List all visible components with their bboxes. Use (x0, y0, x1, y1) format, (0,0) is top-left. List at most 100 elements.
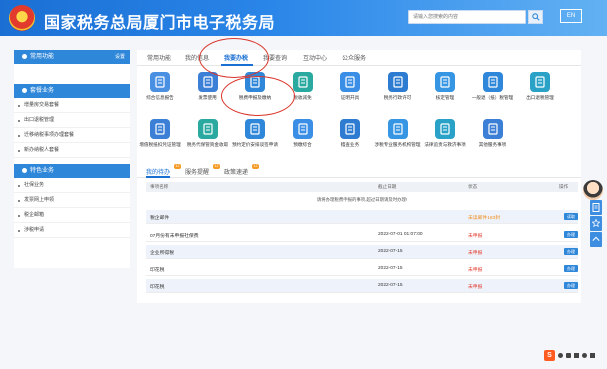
function-label: 综合信息报告 (146, 95, 174, 100)
ime-toolbar[interactable]: S (544, 350, 606, 362)
function-label: 稽查业务 (340, 142, 360, 147)
col-action: 操作 (559, 184, 569, 189)
function-icon (197, 119, 218, 139)
function-icon (435, 72, 455, 92)
microphone-icon[interactable] (566, 353, 571, 358)
function-icon (340, 119, 360, 139)
row-item-name: 07月份有未申报社保费 (150, 234, 199, 239)
function-item[interactable]: 税务行政许可 (375, 72, 421, 101)
row-action-button[interactable]: 办理 (564, 282, 578, 289)
tab-service-reminder[interactable]: 服务提醒 12 (185, 164, 220, 176)
function-item[interactable]: 法律追责与救济事项 (422, 119, 468, 148)
skin-icon[interactable] (582, 353, 587, 358)
sidebar-item[interactable]: 出口退税管理 (14, 113, 130, 128)
sidebar-item[interactable]: 税企邮箱 (14, 208, 130, 223)
function-item[interactable]: 其他服务事项 (470, 119, 516, 148)
tab-my-info[interactable]: 我的信息 (185, 53, 209, 62)
star-icon (592, 219, 600, 227)
function-label: 证明开具 (340, 95, 360, 100)
function-item[interactable]: 出口退税管理 (517, 72, 563, 101)
sidebar-item[interactable]: 发票网上申领 (14, 193, 130, 208)
row-action-button[interactable]: 办理 (564, 265, 578, 272)
function-item[interactable]: 稽查业务 (327, 119, 373, 148)
sidebar-common-title: 常用功能 (30, 54, 55, 60)
row-item-name: 企业所得税 (150, 251, 174, 256)
tab-public-service[interactable]: 公众服务 (342, 53, 366, 62)
function-item[interactable]: 涉税专业服务机构管理 (375, 119, 421, 148)
function-label: 预缴综合 (293, 142, 312, 147)
circle-icon (22, 88, 27, 93)
sidebar-item[interactable]: 社保业务 (14, 178, 130, 193)
row-deadline: 2022-07-15 (378, 266, 403, 271)
todo-notice: 请将办理税费申报的事项,超过日期请及时办理! (316, 197, 408, 202)
table-row: 印花税 2022-07-15 未申报 办理 (146, 262, 578, 276)
search-input[interactable] (409, 11, 525, 23)
function-icon (435, 119, 455, 139)
language-switch[interactable]: EN (560, 9, 582, 23)
assistant-avatar[interactable] (583, 180, 603, 200)
function-item[interactable]: 税收减免 (280, 72, 326, 101)
function-icon (482, 72, 503, 92)
row-action-button[interactable]: 读取 (564, 213, 578, 220)
row-status: 未申报 (468, 234, 483, 239)
table-header: 事项名称 截止日期 状态 操作 (146, 182, 578, 192)
function-item[interactable]: 核定管理 (422, 72, 468, 101)
row-item-name: 印花税 (150, 285, 165, 290)
tab-tax-handling[interactable]: 我要办税 (224, 53, 248, 62)
search-button[interactable] (528, 10, 543, 24)
toolbox-icon[interactable] (590, 353, 595, 358)
function-label: 核定管理 (435, 95, 455, 100)
sidebar-settings-link[interactable]: 设置 (115, 50, 125, 64)
function-icon (482, 119, 503, 139)
active-subtab-indicator (146, 176, 170, 178)
table-row: 印花税 2022-07-15 未申报 办理 (146, 279, 578, 293)
function-icon (530, 72, 550, 92)
tab-my-todo[interactable]: 我的待办 12 (146, 164, 181, 176)
function-item[interactable]: 发票使用 (185, 72, 231, 101)
function-icon (340, 72, 360, 92)
row-action-button[interactable]: 办理 (564, 248, 578, 255)
sidebar-section-special[interactable]: 特色业务 (14, 164, 130, 178)
circle-icon (22, 54, 27, 59)
tab-interaction[interactable]: 互动中心 (303, 53, 327, 62)
function-item[interactable]: 一般退（抵）税管理 (470, 72, 516, 101)
sidebar-item[interactable]: 新办纳税人套餐 (14, 143, 130, 158)
search-icon (532, 13, 540, 21)
sidebar-common-header[interactable]: 常用功能 设置 (14, 50, 130, 64)
sidebar: 常用功能 设置 套餐业务 增量房交易套餐 出口退税管理 迁移纳税事项办理套餐 新… (14, 50, 130, 268)
sidebar-section-title: 特色业务 (30, 168, 55, 174)
function-item[interactable]: 证明开具 (327, 72, 373, 101)
float-star-button[interactable] (590, 216, 602, 231)
row-action-button[interactable]: 办理 (564, 231, 578, 238)
float-top-button[interactable] (590, 232, 602, 247)
emoji-icon[interactable] (558, 353, 563, 358)
function-item[interactable]: 增值税抵扣凭证管理 (137, 119, 183, 148)
tab-common[interactable]: 常用功能 (147, 53, 171, 62)
function-icon (292, 72, 313, 92)
tab-query[interactable]: 我要查询 (263, 53, 287, 62)
col-deadline: 截止日期 (378, 184, 397, 189)
function-item[interactable]: 预缴综合 (280, 119, 326, 148)
function-label: 涉税专业服务机构管理 (374, 142, 421, 147)
sidebar-item[interactable]: 涉税申请 (14, 223, 130, 238)
function-label: 税收减免 (293, 95, 312, 100)
tab-policy-news[interactable]: 政策速递 12 (224, 164, 259, 176)
float-help-button[interactable] (590, 200, 602, 215)
function-item[interactable]: 税费申报及缴纳 (232, 72, 278, 101)
function-item[interactable]: 税务代保管资金收取 (185, 119, 231, 148)
todo-tabs: 我的待办 12 服务提醒 12 政策速递 12 (137, 163, 581, 178)
site-title: 国家税务总局厦门市电子税务局 (44, 15, 276, 32)
function-icon (150, 119, 170, 139)
function-item[interactable]: 预约定价安排谈签申请 (232, 119, 278, 148)
sidebar-section-package[interactable]: 套餐业务 (14, 84, 130, 98)
row-status: 未申报 (468, 251, 483, 256)
active-tab-indicator (221, 64, 253, 66)
function-item[interactable]: 综合信息报告 (137, 72, 183, 101)
sogou-ime-icon[interactable]: S (544, 350, 555, 361)
search-field[interactable] (408, 10, 526, 24)
sidebar-item[interactable]: 迁移纳税事项办理套餐 (14, 128, 130, 143)
function-icon (245, 119, 265, 139)
keyboard-icon[interactable] (574, 353, 579, 358)
sidebar-item[interactable]: 增量房交易套餐 (14, 98, 130, 113)
main-tabs: 常用功能 我的信息 我要办税 我要查询 互动中心 公众服务 (137, 50, 581, 66)
